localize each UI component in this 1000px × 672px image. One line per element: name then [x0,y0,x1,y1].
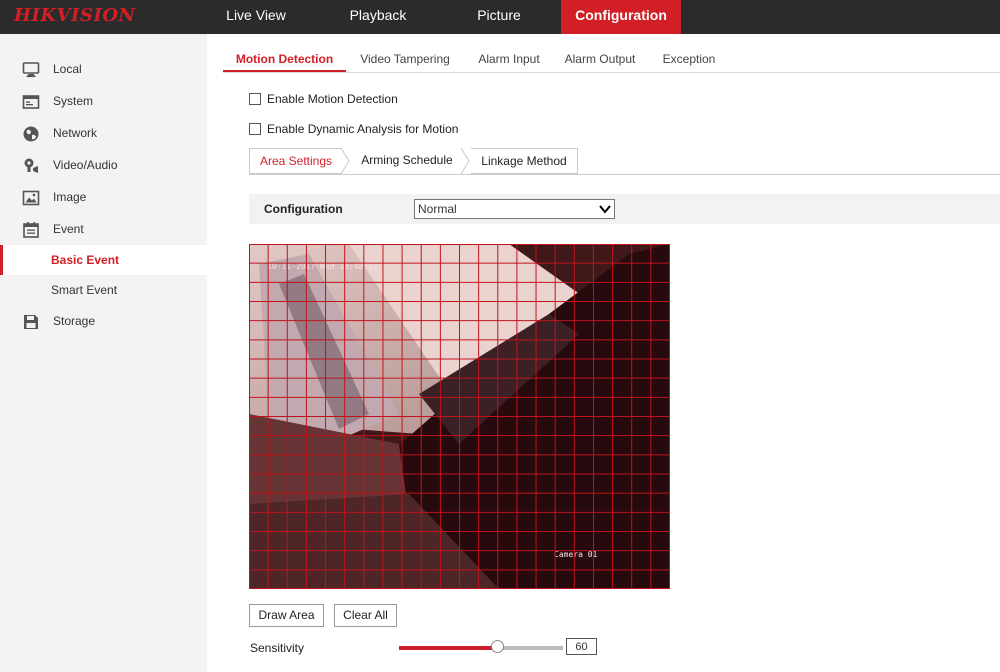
tab-motion-detection[interactable]: Motion Detection [223,44,346,72]
configuration-label: Configuration [264,202,343,216]
calendar-icon [22,220,40,238]
sidebar-item-label: Network [53,126,98,140]
chevron-right-icon [341,148,350,174]
sidebar-item-label: Video/Audio [53,158,118,172]
nav-picture[interactable]: Picture [451,0,547,34]
enable-motion-detection-checkbox[interactable] [249,93,261,105]
hikvision-logo: HIKVISION [14,5,136,26]
nav-configuration[interactable]: Configuration [561,0,681,34]
sidebar-item-label: Local [53,62,82,76]
subtab-area-settings[interactable]: Area Settings [249,148,342,174]
configuration-select[interactable]: Normal [414,199,615,219]
system-icon [22,92,40,110]
enable-motion-detection-label: Enable Motion Detection [267,92,398,106]
sidebar-item-system[interactable]: System [0,86,207,116]
monitor-icon [22,60,40,78]
image-icon [22,188,40,206]
sidebar-item-label: System [53,94,94,108]
sensitivity-label: Sensitivity [250,641,305,655]
configuration-select-value: Normal [418,202,457,216]
tab-exception[interactable]: Exception [654,44,724,71]
nav-live-view[interactable]: Live View [208,0,304,34]
sensitivity-value-input[interactable]: 60 [566,638,597,655]
sidebar-item-event[interactable]: Event [0,214,207,244]
sidebar-item-label: Image [53,190,87,204]
top-navigation-bar: HIKVISION Live View Playback Picture Con… [0,0,1000,34]
sensitivity-slider-fill [399,646,497,650]
floppy-disk-icon [22,312,40,330]
video-preview-area[interactable]: 10-11-2017 Wed 10:48:12 Camera 01 [249,244,670,589]
microphone-icon [22,156,40,174]
tab-video-tampering[interactable]: Video Tampering [351,44,459,71]
area-subtabs: Area Settings Arming Schedule Linkage Me… [249,148,1000,175]
sidebar-item-label: Storage [53,314,96,328]
sidebar-item-smart-event[interactable]: Smart Event [0,275,207,305]
sensitivity-slider-thumb[interactable] [491,640,504,653]
chevron-down-icon [599,205,611,214]
clear-all-button[interactable]: Clear All [334,604,397,627]
sidebar-item-label: Event [53,222,84,236]
sidebar-subitem-label: Smart Event [51,283,118,297]
sidebar: Local System Network Video/Audio Image E… [0,34,207,672]
tab-alarm-input[interactable]: Alarm Input [469,44,549,71]
tab-alarm-output[interactable]: Alarm Output [556,44,644,71]
sidebar-item-basic-event[interactable]: Basic Event [0,245,207,275]
sidebar-item-image[interactable]: Image [0,182,207,212]
sidebar-subitem-label: Basic Event [51,253,120,267]
configuration-row: Configuration Normal [249,194,1000,224]
sidebar-item-video-audio[interactable]: Video/Audio [0,150,207,180]
sidebar-item-network[interactable]: Network [0,118,207,148]
event-tabs: Motion Detection Video Tampering Alarm I… [223,44,1000,73]
subtab-linkage-method[interactable]: Linkage Method [471,148,578,174]
subtab-arming-schedule[interactable]: Arming Schedule [353,148,461,172]
sensitivity-slider[interactable] [399,646,563,650]
sidebar-item-local[interactable]: Local [0,54,207,84]
chevron-right-icon [461,148,470,174]
motion-detection-grid[interactable] [249,244,670,589]
globe-icon [22,124,40,142]
enable-dynamic-analysis-checkbox[interactable] [249,123,261,135]
nav-playback[interactable]: Playback [330,0,426,34]
draw-area-button[interactable]: Draw Area [249,604,324,627]
sidebar-item-storage[interactable]: Storage [0,306,207,336]
enable-dynamic-analysis-label: Enable Dynamic Analysis for Motion [267,122,459,136]
